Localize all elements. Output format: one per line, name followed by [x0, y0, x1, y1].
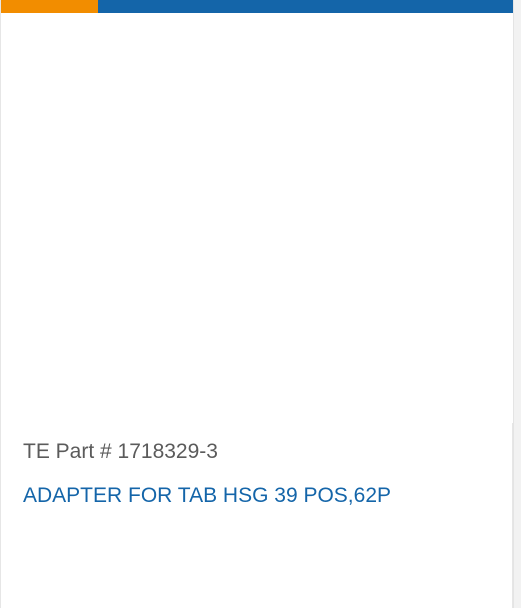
- product-card[interactable]: TE Part # 1718329-3 ADAPTER FOR TAB HSG …: [0, 0, 521, 608]
- accent-bar-blue-segment: [98, 0, 521, 13]
- product-description-link[interactable]: ADAPTER FOR TAB HSG 39 POS,62P: [23, 484, 391, 508]
- scrollbar-track[interactable]: [513, 0, 521, 608]
- product-image-placeholder[interactable]: [1, 13, 513, 423]
- card-accent-bar: [1, 0, 521, 13]
- accent-bar-orange-segment: [1, 0, 98, 13]
- part-number: TE Part # 1718329-3: [23, 440, 218, 463]
